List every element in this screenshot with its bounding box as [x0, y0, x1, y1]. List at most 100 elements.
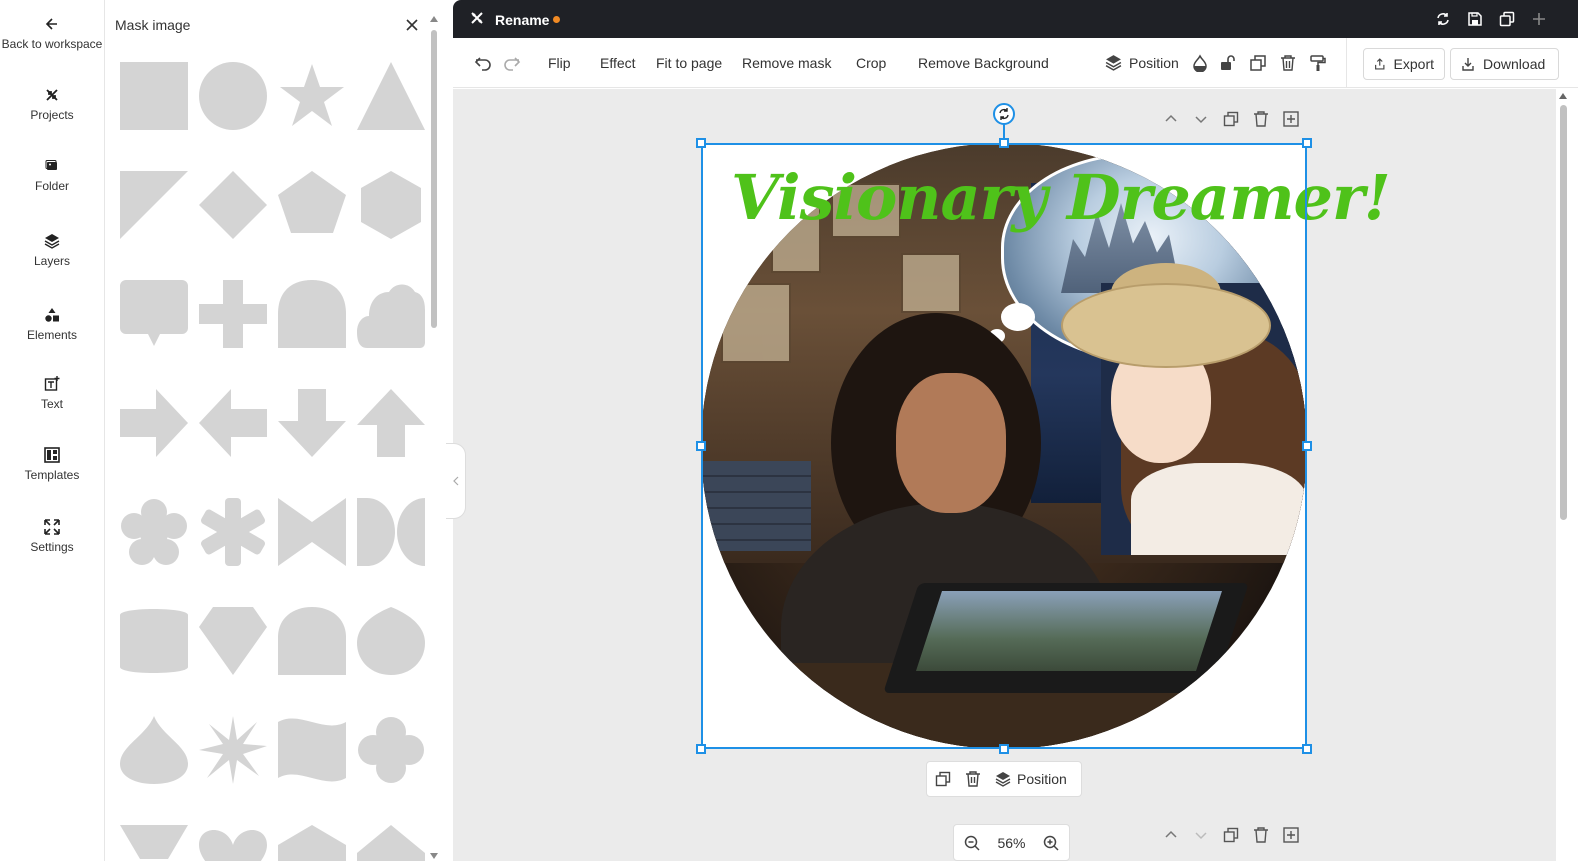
- trash-icon[interactable]: [1279, 54, 1297, 72]
- chevron-up-icon[interactable]: [1163, 111, 1179, 127]
- mask-shape-speech-bubble[interactable]: [120, 280, 188, 348]
- mask-shape-arrow-right[interactable]: [120, 389, 188, 457]
- mask-shape-triangle[interactable]: [357, 62, 425, 130]
- unlock-icon[interactable]: [1219, 54, 1237, 72]
- mask-shape-hexagon[interactable]: [357, 171, 425, 239]
- download-button[interactable]: Download: [1450, 48, 1559, 80]
- mask-shape-right-triangle[interactable]: [120, 171, 188, 239]
- mask-shape-wave-flag[interactable]: [278, 716, 346, 784]
- design-page[interactable]: Visionary Dreamer!: [701, 143, 1391, 749]
- mask-shape-shield[interactable]: [120, 825, 188, 861]
- mask-shape-drop-left[interactable]: [357, 607, 425, 675]
- zoom-in-icon[interactable]: [1043, 835, 1059, 851]
- mask-shape-square[interactable]: [120, 62, 188, 130]
- rotate-handle-icon[interactable]: [993, 103, 1015, 125]
- remove-mask-button[interactable]: Remove mask: [742, 55, 831, 71]
- scroll-down-arrow-icon[interactable]: [430, 853, 438, 859]
- mask-shape-roof[interactable]: [357, 825, 425, 861]
- chevron-up-icon[interactable]: [1163, 827, 1179, 843]
- mask-shape-crescent-pair[interactable]: [357, 498, 425, 566]
- undo-icon[interactable]: [474, 54, 492, 72]
- panel-scrollbar[interactable]: [428, 14, 438, 861]
- resize-handle-n[interactable]: [999, 138, 1009, 148]
- mask-shape-asterisk[interactable]: [199, 498, 267, 566]
- canvas-scroll-thumb[interactable]: [1560, 105, 1567, 520]
- canvas-area[interactable]: Visionary Dreamer! Position 56%: [453, 89, 1556, 861]
- project-title[interactable]: Rename: [495, 12, 549, 28]
- duplicate-page-icon[interactable]: [1223, 111, 1239, 127]
- mask-shape-arrow-left[interactable]: [199, 389, 267, 457]
- flip-button[interactable]: Flip: [548, 55, 571, 71]
- resize-handle-nw[interactable]: [696, 138, 706, 148]
- resize-handle-sw[interactable]: [696, 744, 706, 754]
- export-button[interactable]: Export: [1363, 48, 1445, 80]
- add-page-icon[interactable]: [1283, 111, 1299, 127]
- opacity-drop-icon[interactable]: [1191, 54, 1209, 72]
- canvas-scrollbar[interactable]: [1556, 89, 1578, 861]
- mask-shape-drop-up[interactable]: [120, 716, 188, 784]
- nav-item-templates[interactable]: Templates: [0, 446, 104, 482]
- resize-handle-s[interactable]: [999, 744, 1009, 754]
- zoom-out-icon[interactable]: [964, 835, 980, 851]
- mask-shape-starburst[interactable]: [199, 716, 267, 784]
- scroll-up-arrow-icon[interactable]: [430, 16, 438, 22]
- position-button[interactable]: Position: [1105, 54, 1179, 71]
- mask-shape-pentagon[interactable]: [278, 171, 346, 239]
- crop-button[interactable]: Crop: [856, 55, 886, 71]
- save-icon[interactable]: [1467, 11, 1483, 27]
- back-to-workspace-button[interactable]: Back to workspace: [0, 15, 104, 51]
- mask-shape-diamond[interactable]: [199, 171, 267, 239]
- banner-text[interactable]: Visionary Dreamer!: [731, 161, 1391, 234]
- mask-shape-arch[interactable]: [278, 280, 346, 348]
- resize-handle-se[interactable]: [1302, 744, 1312, 754]
- chevron-down-icon[interactable]: [1193, 111, 1209, 127]
- resize-handle-e[interactable]: [1302, 441, 1312, 451]
- sync-icon[interactable]: [1435, 11, 1451, 27]
- duplicate-window-icon[interactable]: [1499, 11, 1515, 27]
- mask-shape-star[interactable]: [278, 62, 346, 130]
- trash-icon[interactable]: [965, 771, 981, 787]
- nav-item-settings[interactable]: Settings: [0, 518, 104, 554]
- resize-handle-w[interactable]: [696, 441, 706, 451]
- mask-shape-gem[interactable]: [199, 607, 267, 675]
- mask-shape-circle[interactable]: [199, 62, 267, 130]
- effect-button[interactable]: Effect: [600, 55, 636, 71]
- mask-shape-arrow-up[interactable]: [357, 389, 425, 457]
- paint-roller-icon[interactable]: [1309, 54, 1327, 72]
- mask-shape-cloud[interactable]: [357, 280, 425, 348]
- delete-page-icon[interactable]: [1253, 827, 1269, 843]
- nav-item-text[interactable]: Text: [0, 375, 104, 411]
- collapse-panel-button[interactable]: [446, 443, 466, 519]
- float-position-button[interactable]: Position: [995, 771, 1067, 787]
- nav-label-text: Text: [40, 397, 63, 411]
- delete-page-icon[interactable]: [1253, 111, 1269, 127]
- close-icon[interactable]: [405, 18, 421, 34]
- fit-to-page-button[interactable]: Fit to page: [656, 55, 722, 71]
- resize-handle-ne[interactable]: [1302, 138, 1312, 148]
- element-floating-toolbar: Position: [926, 761, 1082, 797]
- mask-shape-bookmark[interactable]: [278, 498, 346, 566]
- duplicate-icon[interactable]: [1249, 54, 1267, 72]
- nav-item-layers[interactable]: Layers: [0, 232, 104, 268]
- duplicate-page-icon[interactable]: [1223, 827, 1239, 843]
- scroll-up-arrow-icon[interactable]: [1559, 93, 1567, 99]
- mask-shape-heart[interactable]: [199, 825, 267, 861]
- layers-icon: [43, 232, 61, 250]
- mask-shape-rounded-cylinder[interactable]: [120, 607, 188, 675]
- remove-background-button[interactable]: Remove Background: [918, 55, 1049, 71]
- chevron-down-icon[interactable]: [1193, 827, 1209, 843]
- redo-icon[interactable]: [503, 54, 521, 72]
- mask-shape-flower-5[interactable]: [120, 498, 188, 566]
- duplicate-icon[interactable]: [935, 771, 951, 787]
- nav-item-folder[interactable]: Folder: [0, 157, 104, 193]
- mask-shape-flower-4[interactable]: [357, 716, 425, 784]
- nav-item-elements[interactable]: Elements: [0, 306, 104, 342]
- nav-item-projects[interactable]: Projects: [0, 86, 104, 122]
- scroll-thumb[interactable]: [431, 30, 437, 328]
- mask-shape-tombstone[interactable]: [278, 607, 346, 675]
- mask-shape-house[interactable]: [278, 825, 346, 861]
- add-icon[interactable]: [1531, 11, 1547, 27]
- add-page-icon[interactable]: [1283, 827, 1299, 843]
- mask-shape-cross[interactable]: [199, 280, 267, 348]
- mask-shape-arrow-down[interactable]: [278, 389, 346, 457]
